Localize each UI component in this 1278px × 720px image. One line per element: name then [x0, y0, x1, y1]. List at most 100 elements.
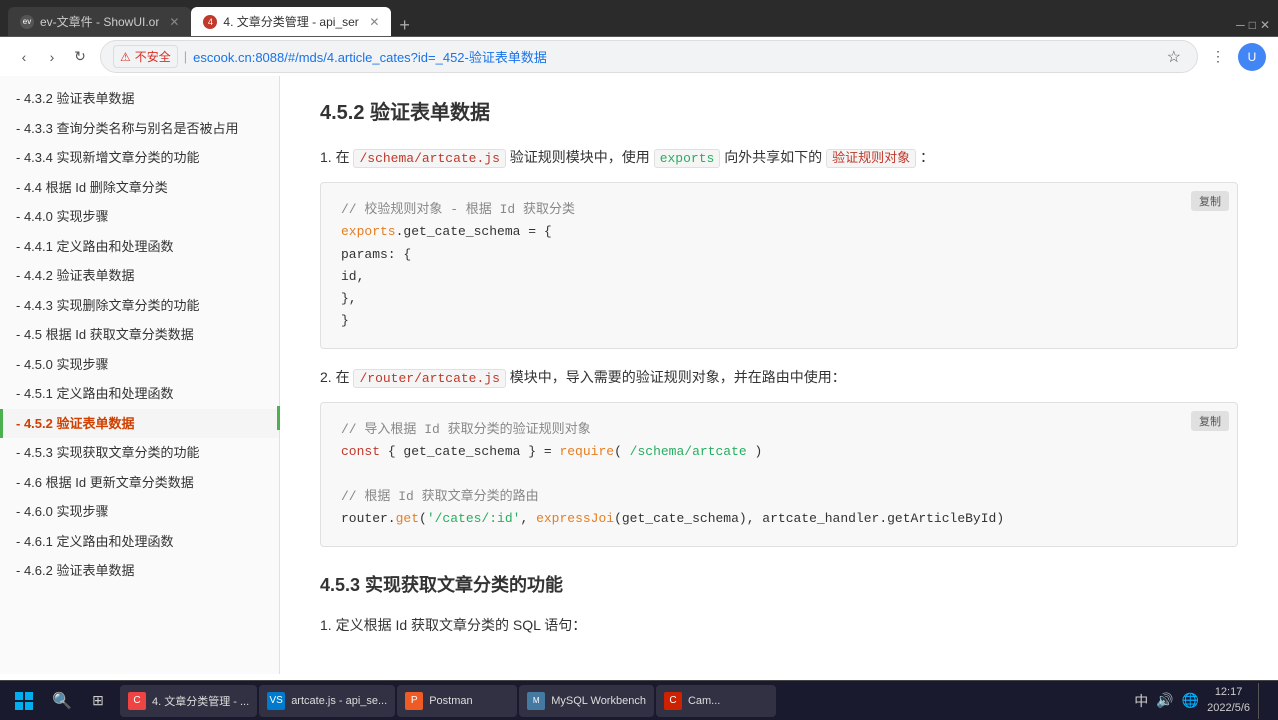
clock-time: 12:17 [1207, 685, 1250, 700]
code-line-1-4: id, [341, 266, 1217, 288]
back-button[interactable]: ‹ [12, 45, 36, 69]
code-line-2-4: // 根据 Id 获取文章分类的路由 [341, 486, 1217, 508]
maximize-button[interactable]: □ [1249, 18, 1256, 32]
sidebar-item-s10[interactable]: - 4.5.0 实现步骤 [0, 350, 279, 380]
clock-date: 2022/5/6 [1207, 701, 1250, 716]
search-taskbar-button[interactable]: 🔍 [44, 685, 80, 717]
language-icon[interactable]: 中 [1134, 691, 1148, 711]
taskbar: 🔍 ⊞ C 4. 文章分类管理 - ... VS artcate.js - ap… [0, 680, 1278, 720]
taskbar-items: C 4. 文章分类管理 - ... VS artcate.js - api_se… [120, 685, 1126, 717]
network-icon[interactable]: 🌐 [1182, 692, 1199, 709]
step-2: 2. 在 /router/artcate.js 模块中，导入需要的验证规则对象，… [320, 365, 1238, 390]
copy-button-2[interactable]: 复制 [1191, 411, 1229, 431]
speaker-icon[interactable]: 🔊 [1156, 692, 1173, 709]
code-block-2: 复制 // 导入根据 Id 获取分类的验证规则对象 const { get_ca… [320, 402, 1238, 546]
step-2-code1: /router/artcate.js [353, 369, 505, 388]
step-1-code1: /schema/artcate.js [353, 149, 505, 168]
sidebar-item-s8[interactable]: - 4.4.3 实现删除文章分类的功能 [0, 291, 279, 321]
taskbar-chrome[interactable]: C 4. 文章分类管理 - ... [120, 685, 257, 717]
taskbar-chrome-icon: C [128, 692, 146, 710]
tab-2-icon: 4 [203, 15, 217, 29]
code-line-2-5: router.get('/cates/:id', expressJoi(get_… [341, 508, 1217, 530]
new-tab-button[interactable]: + [391, 15, 418, 36]
sidebar-item-s11[interactable]: - 4.5.1 定义路由和处理函数 [0, 379, 279, 409]
code-line-1-5: }, [341, 288, 1217, 310]
windows-icon [14, 691, 34, 711]
sidebar: - 4.3.2 验证表单数据 - 4.3.3 查询分类名称与别名是否被占用 - … [0, 76, 280, 674]
taskbar-vscode-label: artcate.js - api_se... [291, 695, 387, 707]
taskbar-mysql[interactable]: M MySQL Workbench [519, 685, 654, 717]
url-text: escook.cn:8088/#/mds/4.article_cates?id=… [193, 47, 1162, 66]
sidebar-wrapper: - 4.3.2 验证表单数据 - 4.3.3 查询分类名称与别名是否被占用 - … [0, 76, 280, 680]
taskbar-postman-label: Postman [429, 695, 472, 707]
start-button[interactable] [4, 683, 44, 719]
close-button[interactable]: ✕ [1260, 18, 1270, 32]
taskbar-cam-icon: C [664, 692, 682, 710]
sidebar-item-s15[interactable]: - 4.6.0 实现步骤 [0, 497, 279, 527]
taskbar-mysql-icon: M [527, 692, 545, 710]
system-clock[interactable]: 12:17 2022/5/6 [1207, 685, 1250, 716]
taskbar-postman[interactable]: P Postman [397, 685, 517, 717]
sidebar-item-s6[interactable]: - 4.4.1 定义路由和处理函数 [0, 232, 279, 262]
forward-button[interactable]: › [40, 45, 64, 69]
sidebar-item-s7[interactable]: - 4.4.2 验证表单数据 [0, 261, 279, 291]
step-1-end: ： [920, 149, 934, 165]
code-line-1-1: // 校验规则对象 - 根据 Id 获取分类 [341, 199, 1217, 221]
nav-buttons: ‹ › ↻ [12, 45, 92, 69]
minimize-button[interactable]: ─ [1236, 18, 1245, 32]
taskbar-tray: 中 🔊 🌐 12:17 2022/5/6 [1126, 683, 1274, 719]
step-1-suffix: 向外共享如下的 [724, 149, 826, 165]
tab-2[interactable]: 4 4. 文章分类管理 - api_server_ev ✕ [191, 7, 391, 36]
taskbar-vscode[interactable]: VS artcate.js - api_se... [259, 685, 395, 717]
section-453-title: 4.5.3 实现获取文章分类的功能 [320, 571, 1238, 597]
bookmark-icon[interactable]: ☆ [1163, 47, 1185, 67]
active-indicator [277, 406, 280, 430]
main-layout: - 4.3.2 验证表单数据 - 4.3.3 查询分类名称与别名是否被占用 - … [0, 76, 1278, 680]
address-bar: ‹ › ↻ ⚠ 不安全 | escook.cn:8088/#/mds/4.art… [0, 36, 1278, 76]
user-avatar[interactable]: U [1238, 43, 1266, 71]
show-desktop-button[interactable] [1258, 683, 1266, 719]
code-line-1-3: params: { [341, 244, 1217, 266]
task-view-button[interactable]: ⊞ [80, 685, 116, 717]
sidebar-item-s17[interactable]: - 4.6.2 验证表单数据 [0, 556, 279, 586]
step-2-num: 2. 在 [320, 369, 350, 385]
section-453-step1: 1. 定义根据 Id 获取文章分类的 SQL 语句： [320, 613, 1238, 638]
step-1-code3: 验证规则对象 [826, 149, 916, 168]
sidebar-item-s3[interactable]: - 4.3.4 实现新增文章分类的功能 [0, 143, 279, 173]
taskbar-chrome-label: 4. 文章分类管理 - ... [152, 693, 249, 709]
tab-1[interactable]: ev ev-文章件 - ShowUI.or ✕ [8, 7, 191, 36]
sidebar-item-s9[interactable]: - 4.5 根据 Id 获取文章分类数据 [0, 320, 279, 350]
step-2-middle: 模块中，导入需要的验证规则对象，并在路由中使用： [510, 369, 846, 385]
taskbar-cam[interactable]: C Cam... [656, 685, 776, 717]
tab-1-icon: ev [20, 15, 34, 29]
code-line-2-1: // 导入根据 Id 获取分类的验证规则对象 [341, 419, 1217, 441]
code-line-2-2: const { get_cate_schema } = require( /sc… [341, 441, 1217, 463]
code-line-1-6: } [341, 310, 1217, 332]
tab-1-close[interactable]: ✕ [169, 15, 179, 29]
extensions-button[interactable]: ⋮ [1206, 45, 1230, 69]
security-label: 不安全 [135, 48, 171, 65]
code-line-2-3 [341, 464, 1217, 486]
url-bar[interactable]: ⚠ 不安全 | escook.cn:8088/#/mds/4.article_c… [100, 40, 1198, 73]
sidebar-item-s12[interactable]: - 4.5.2 验证表单数据 [0, 409, 279, 439]
code-line-1-2: exports.get_cate_schema = { [341, 221, 1217, 243]
sidebar-item-s14[interactable]: - 4.6 根据 Id 更新文章分类数据 [0, 468, 279, 498]
section-453-step1-text: 1. 定义根据 Id 获取文章分类的 SQL 语句： [320, 617, 586, 633]
sidebar-item-s2[interactable]: - 4.3.3 查询分类名称与别名是否被占用 [0, 114, 279, 144]
tab-2-label: 4. 文章分类管理 - api_server_ev [223, 13, 359, 30]
copy-button-1[interactable]: 复制 [1191, 191, 1229, 211]
sidebar-item-s16[interactable]: - 4.6.1 定义路由和处理函数 [0, 527, 279, 557]
refresh-button[interactable]: ↻ [68, 45, 92, 69]
sidebar-item-s1[interactable]: - 4.3.2 验证表单数据 [0, 84, 279, 114]
step-1-code2: exports [654, 149, 721, 168]
taskbar-mysql-label: MySQL Workbench [551, 695, 646, 707]
content-area: 4.5.2 验证表单数据 1. 在 /schema/artcate.js 验证规… [280, 76, 1278, 680]
security-badge[interactable]: ⚠ 不安全 [113, 45, 178, 68]
lock-icon: ⚠ [120, 50, 131, 64]
sidebar-item-s5[interactable]: - 4.4.0 实现步骤 [0, 202, 279, 232]
sidebar-item-s13[interactable]: - 4.5.3 实现获取文章分类的功能 [0, 438, 279, 468]
taskbar-vscode-icon: VS [267, 692, 285, 710]
tab-2-close[interactable]: ✕ [369, 15, 379, 29]
sidebar-item-s4[interactable]: - 4.4 根据 Id 删除文章分类 [0, 173, 279, 203]
step-1-num: 1. 在 [320, 149, 350, 165]
